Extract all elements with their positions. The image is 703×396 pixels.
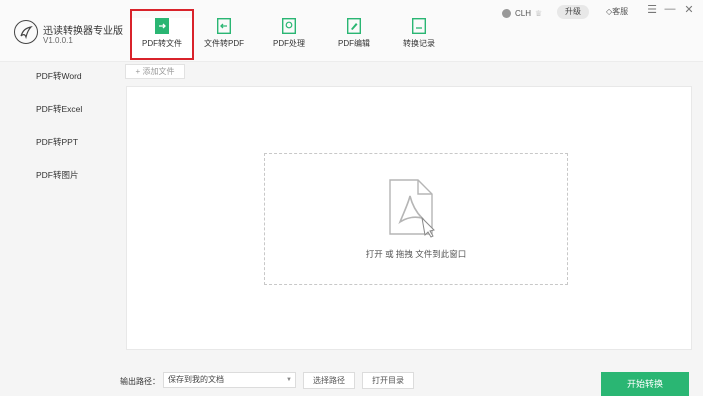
tab-history[interactable]: 转换记录 (389, 18, 449, 49)
sidebar-item-pdf-to-image[interactable]: PDF转图片 (36, 169, 79, 181)
upgrade-button[interactable]: 升级 (557, 5, 589, 19)
output-path-label: 输出路径： (120, 377, 160, 386)
tab-label: PDF编辑 (338, 39, 370, 48)
sidebar-item-pdf-to-excel[interactable]: PDF转Excel (36, 103, 82, 115)
menu-icon[interactable]: ☰ (646, 3, 658, 16)
output-path-value: 保存到我的文档 (168, 375, 224, 384)
tab-label: PDF处理 (273, 39, 305, 48)
app-version: V1.0.0.1 (43, 36, 73, 45)
highlight-box (130, 9, 194, 60)
tab-pdf-edit[interactable]: PDF编辑 (324, 18, 384, 49)
pdf-edit-icon (347, 18, 361, 34)
user-info[interactable]: CLH ♕ (502, 6, 542, 20)
close-icon[interactable]: ✕ (683, 3, 695, 16)
customer-service-button[interactable]: ◇客服 (606, 6, 628, 17)
add-file-button[interactable]: + 添加文件 (125, 64, 185, 79)
start-convert-button[interactable]: 开始转换 (601, 372, 689, 396)
tab-label: 文件转PDF (204, 39, 244, 48)
app-logo-icon (14, 20, 38, 44)
sidebar: PDF转Word PDF转Excel PDF转PPT PDF转图片 (0, 62, 116, 396)
app-window: 迅读转换器专业版 V1.0.0.1 PDF转文件 文件转PDF PDF处理 PD… (0, 0, 703, 396)
pdf-file-icon (389, 179, 435, 238)
tab-label: 转换记录 (403, 39, 435, 48)
sidebar-item-pdf-to-ppt[interactable]: PDF转PPT (36, 136, 78, 148)
open-directory-button[interactable]: 打开目录 (362, 372, 414, 389)
sidebar-item-pdf-to-word[interactable]: PDF转Word (36, 70, 82, 82)
tab-pdf-process[interactable]: PDF处理 (259, 18, 319, 49)
title-bar: 迅读转换器专业版 V1.0.0.1 PDF转文件 文件转PDF PDF处理 PD… (0, 0, 703, 62)
tab-file-to-pdf[interactable]: 文件转PDF (194, 18, 254, 49)
choose-path-button[interactable]: 选择路径 (303, 372, 355, 389)
file-import-icon (217, 18, 231, 34)
user-avatar-icon (502, 8, 511, 18)
drop-hint: 打开 或 拖拽 文件到此窗口 (365, 249, 467, 259)
history-icon (412, 18, 426, 34)
output-path-select[interactable]: 保存到我的文档 ▼ (163, 372, 296, 388)
app-name: 迅读转换器专业版 (43, 26, 123, 37)
service-label: 客服 (612, 7, 629, 16)
vip-icon: ♕ (535, 8, 543, 18)
pdf-process-icon (282, 18, 296, 34)
username: CLH (515, 8, 532, 18)
chevron-down-icon: ▼ (286, 377, 292, 383)
minimize-icon[interactable]: — (664, 3, 676, 15)
